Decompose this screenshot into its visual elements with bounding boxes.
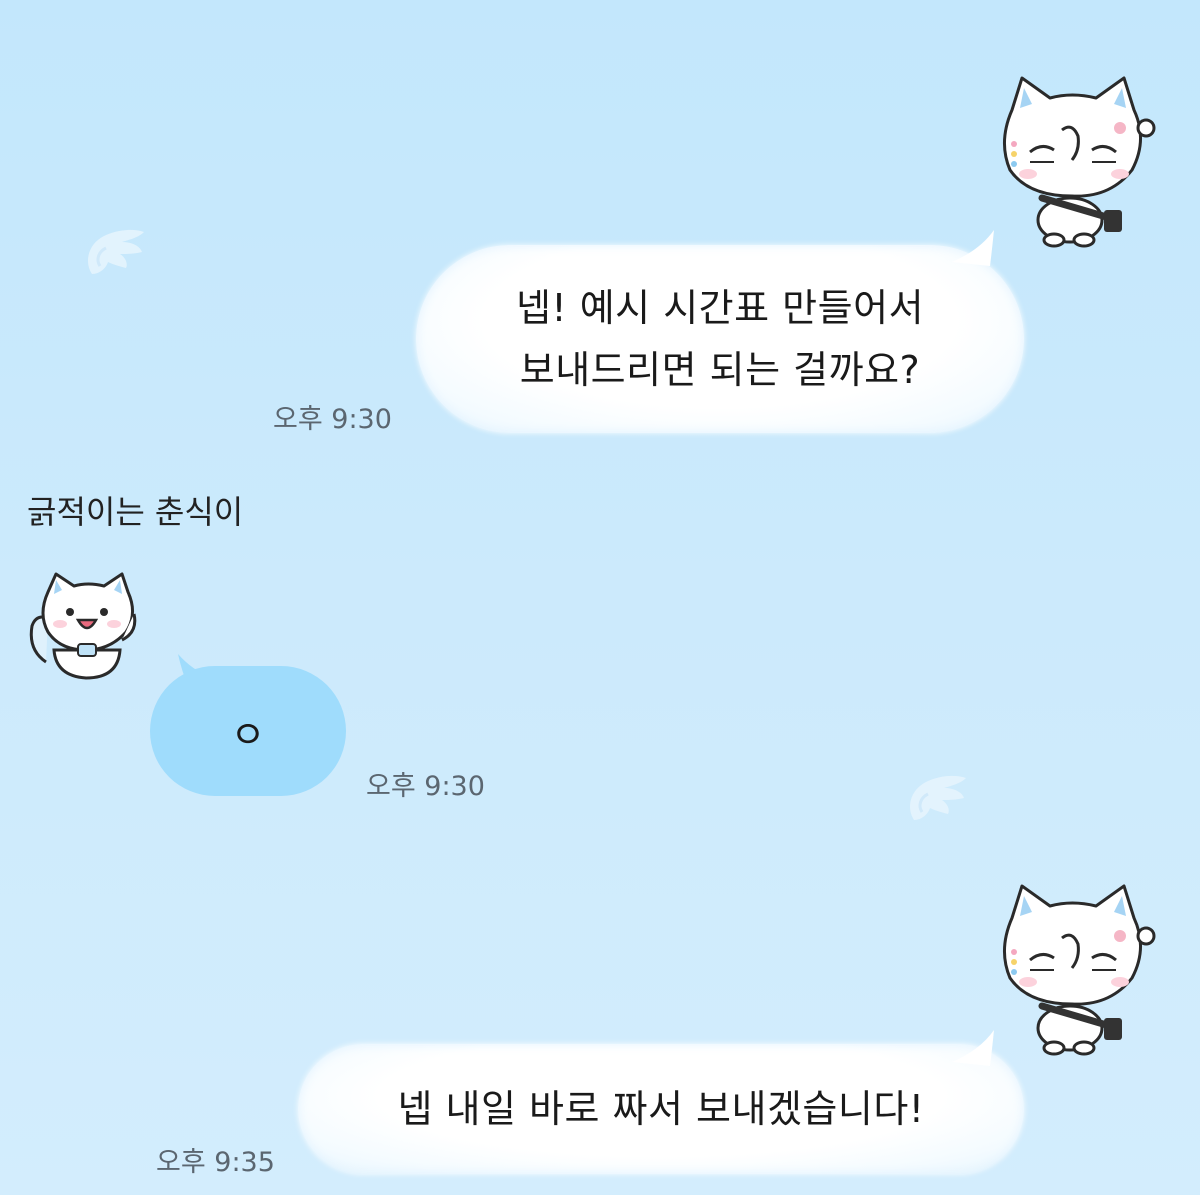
sender-name: 긁적이는 춘식이	[27, 493, 244, 531]
message-timestamp: 오후 9:35	[156, 1147, 275, 1178]
message-bubble-outgoing[interactable]: 넵 내일 바로 짜서 보내겠습니다!	[298, 1044, 1024, 1174]
sender-avatar-icon[interactable]	[26, 570, 148, 682]
bubble-tail	[952, 230, 994, 266]
message-timestamp: 오후 9:30	[366, 771, 485, 802]
message-text: 넵! 예시 시간표 만들어서 보내드리면 되는 걸까요?	[515, 286, 925, 392]
message-timestamp: 오후 9:30	[273, 404, 392, 435]
self-avatar-icon	[1003, 76, 1156, 248]
self-avatar-icon	[1003, 884, 1156, 1056]
wing-icon	[910, 775, 966, 820]
message-text: 넵 내일 바로 짜서 보내겠습니다!	[397, 1087, 925, 1131]
bubble-tail	[952, 1030, 994, 1066]
message-text: ㅇ	[230, 712, 266, 757]
wing-icon	[88, 229, 144, 274]
bubble-tail	[178, 654, 212, 686]
message-bubble-outgoing[interactable]: 넵! 예시 시간표 만들어서 보내드리면 되는 걸까요?	[416, 245, 1024, 433]
